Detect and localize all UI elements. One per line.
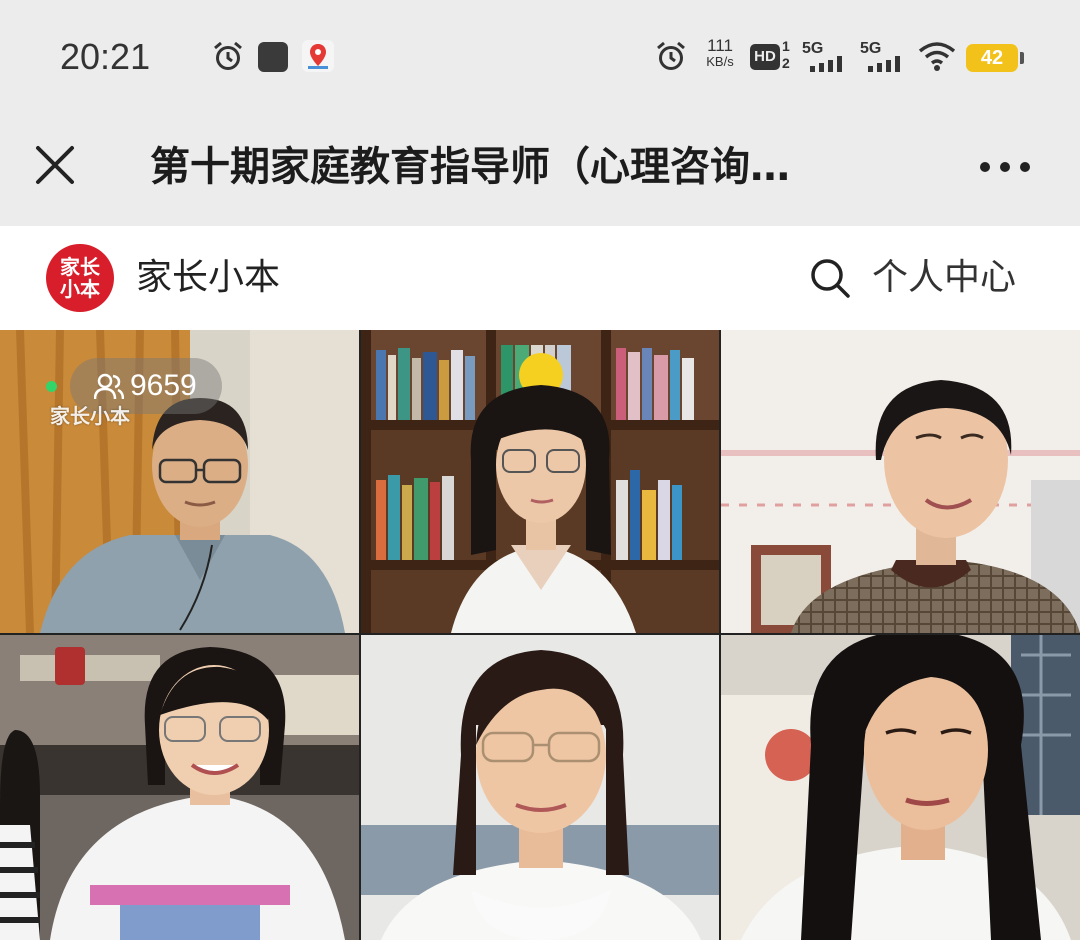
participant-video-6	[721, 635, 1080, 940]
map-app-icon	[302, 40, 334, 72]
network-speed: 111 KB/s	[700, 36, 740, 70]
clock: 20:21	[60, 36, 151, 77]
participant-video-4	[0, 635, 359, 940]
video-tile-6[interactable]	[721, 635, 1080, 940]
close-icon[interactable]	[30, 140, 80, 190]
battery-level: 42	[980, 47, 1004, 69]
title-bar: 第十期家庭教育指导师（心理咨询…	[0, 112, 1080, 226]
participant-video-5	[361, 635, 719, 940]
video-grid: 9659 家长小本	[0, 330, 1080, 940]
video-tile-3[interactable]	[721, 330, 1080, 633]
wifi-icon	[918, 42, 956, 71]
status-bar: 20:21 111 KB/s HD 12 5G 5G 42	[0, 0, 1080, 112]
more-dots-icon[interactable]	[975, 152, 1035, 182]
live-indicator	[46, 381, 57, 392]
battery-icon: 42	[966, 44, 1024, 72]
network-speed-unit: KB/s	[706, 54, 734, 69]
video-tile-2[interactable]	[361, 330, 719, 633]
watermark: 家长小本	[50, 404, 130, 428]
alarm-icon	[214, 41, 242, 70]
notification-app-icon	[258, 42, 288, 72]
app-header: 家长 小本 家长小本 个人中心	[0, 226, 1080, 330]
app-logo[interactable]: 家长 小本	[46, 244, 114, 312]
participant-video-2	[361, 330, 719, 633]
alarm-clock-icon	[657, 41, 685, 70]
video-tile-1[interactable]: 9659 家长小本	[0, 330, 359, 633]
video-tile-5[interactable]	[361, 635, 719, 940]
video-tile-4[interactable]	[0, 635, 359, 940]
search-icon[interactable]	[808, 256, 852, 300]
page-title: 第十期家庭教育指导师（心理咨询…	[150, 144, 790, 190]
app-logo-text: 家长 小本	[60, 255, 100, 301]
profile-link[interactable]: 个人中心	[872, 256, 1016, 300]
viewer-count: 9659	[130, 369, 197, 402]
participant-video-3	[721, 330, 1080, 633]
people-icon	[94, 373, 124, 400]
app-name[interactable]: 家长小本	[136, 256, 280, 300]
hd-sim-numbers: 12	[782, 38, 790, 71]
hd-voice-icon: HD	[750, 44, 780, 70]
network-speed-value: 111	[707, 36, 733, 55]
